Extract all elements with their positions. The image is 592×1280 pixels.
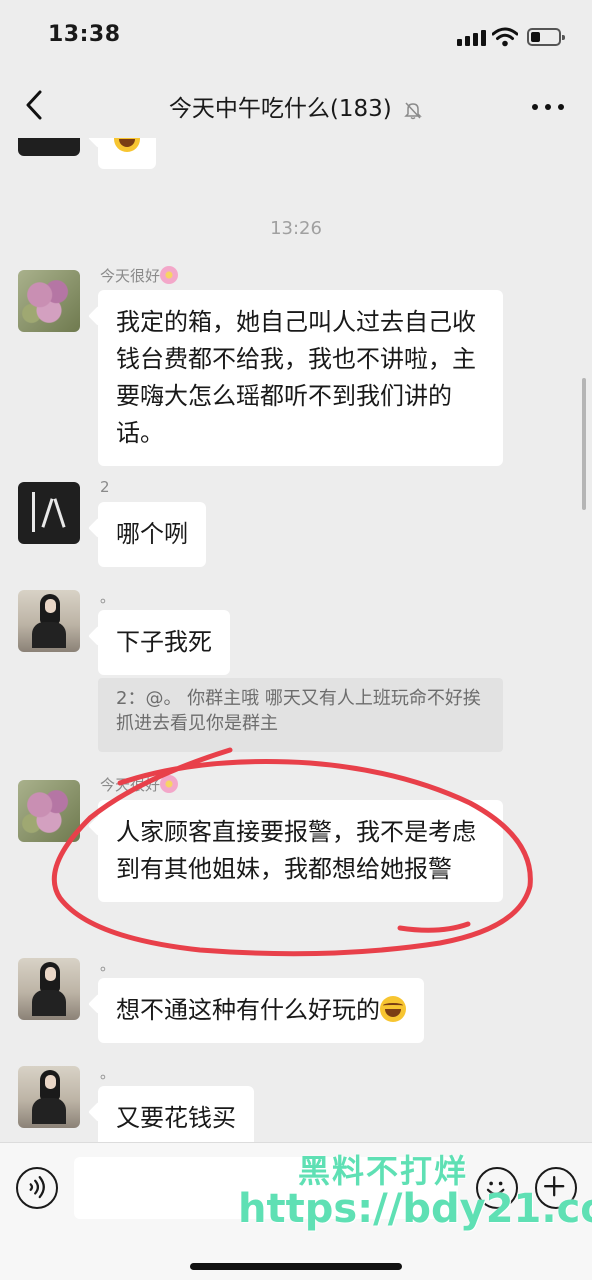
avatar[interactable] xyxy=(18,958,80,1020)
sender-name: 。 xyxy=(100,588,116,606)
chat-header: 今天中午吃什么(183) xyxy=(0,72,592,138)
sender-name: 。 xyxy=(100,1064,116,1082)
laughing-emoji-icon xyxy=(380,996,406,1022)
mute-bell-icon xyxy=(404,101,422,119)
message-bubble[interactable] xyxy=(98,138,156,169)
sender-name: 今天很好 xyxy=(100,774,179,795)
message-text: 想不通这种有什么好玩的 xyxy=(116,996,380,1024)
sender-name: 2 xyxy=(100,478,110,496)
message-bubble[interactable]: 我定的箱，她自己叫人过去自己收钱台费都不给我，我也不讲啦，主要嗨大怎么瑶都听不到… xyxy=(98,290,503,466)
cellular-signal-icon xyxy=(457,30,487,46)
chat-title: 今天中午吃什么(183) xyxy=(0,89,592,123)
emoji-icon[interactable] xyxy=(476,1167,518,1209)
time-divider: 13:26 xyxy=(270,218,322,239)
message-bubble[interactable]: 想不通这种有什么好玩的 xyxy=(98,978,424,1043)
laughing-emoji-icon xyxy=(114,138,140,152)
avatar[interactable] xyxy=(18,590,80,652)
message-bubble[interactable]: 人家顾客直接要报警，我不是考虑到有其他姐妹，我都想给她报警 xyxy=(98,800,503,902)
message-bubble[interactable]: 哪个咧 xyxy=(98,502,206,567)
sender-name: 今天很好 xyxy=(100,265,179,286)
more-options-icon[interactable] xyxy=(532,104,564,110)
flower-emoji-icon xyxy=(160,775,179,793)
home-indicator xyxy=(190,1263,402,1270)
avatar[interactable] xyxy=(18,270,80,332)
status-bar: 13:38 xyxy=(0,0,592,72)
message-list[interactable]: 13:26 今天很好 我定的箱，她自己叫人过去自己收钱台费都不给我，我也不讲啦，… xyxy=(0,138,592,1142)
battery-icon xyxy=(527,28,565,46)
status-time: 13:38 xyxy=(48,22,121,47)
chat-screen: 13:38 今天中午吃什么(183) 13:26 今天很好 我定的箱，她自己叫人… xyxy=(0,0,592,1280)
avatar[interactable] xyxy=(18,780,80,842)
message-bubble[interactable]: 又要花钱买 xyxy=(98,1086,254,1142)
group-name: 今天中午吃什么 xyxy=(168,96,330,122)
avatar[interactable] xyxy=(18,138,80,156)
avatar[interactable] xyxy=(18,482,80,544)
wifi-icon xyxy=(492,27,518,47)
flower-emoji-icon xyxy=(160,266,179,284)
avatar[interactable] xyxy=(18,1066,80,1128)
scrollbar[interactable] xyxy=(582,378,586,510)
voice-input-icon[interactable] xyxy=(16,1167,58,1209)
quoted-message[interactable]: 2：@。 你群主哦 哪天又有人上班玩命不好挨抓进去看见你是群主 xyxy=(98,678,503,752)
add-icon[interactable] xyxy=(535,1167,577,1209)
message-input[interactable] xyxy=(74,1157,458,1219)
input-bar xyxy=(0,1142,592,1280)
member-count: (183) xyxy=(329,96,392,122)
sender-name: 。 xyxy=(100,956,116,974)
message-bubble[interactable]: 下子我死 xyxy=(98,610,230,675)
